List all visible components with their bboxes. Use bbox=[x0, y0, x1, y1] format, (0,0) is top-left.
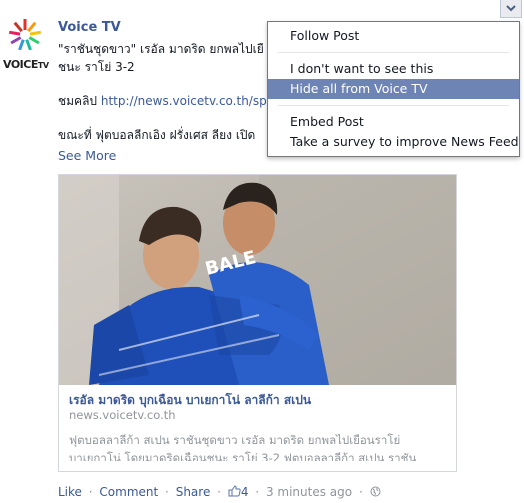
post-text-line-3: ชมคลิป http://news.voicetv.co.th/spo bbox=[58, 92, 268, 110]
separator-dot: · bbox=[165, 485, 169, 499]
voicetv-logo[interactable]: VOICETV bbox=[3, 18, 49, 72]
post-timestamp[interactable]: 3 minutes ago bbox=[266, 485, 352, 499]
post-options-button[interactable] bbox=[500, 0, 522, 18]
logo-wordmark: VOICETV bbox=[3, 58, 49, 71]
article-description-line-1: ฟุตบอลลาลีก้า สเปน ราชันชุดขาว เรอัล มาด… bbox=[69, 433, 401, 447]
link-preview-card[interactable]: BALE เรอัล มาดริด บุกเฉือน บาเยกาโน่ ลาล… bbox=[58, 174, 457, 472]
menu-item-follow-post[interactable]: Follow Post bbox=[268, 26, 519, 46]
voicetv-burst-icon bbox=[8, 19, 42, 50]
like-count[interactable]: 4 bbox=[228, 485, 252, 499]
football-players-photo: BALE bbox=[59, 175, 456, 385]
article-photo[interactable]: BALE bbox=[59, 175, 456, 385]
article-description-line-2: บาเยกาโน่ โดยมาดริดเฉือนชนะ ราโย่ 3-2 ฟุ… bbox=[69, 451, 417, 461]
menu-separator bbox=[278, 105, 509, 106]
thumbs-up-icon bbox=[228, 485, 241, 497]
menu-item-dont-want-to-see[interactable]: I don't want to see this bbox=[268, 59, 519, 79]
article-domain: news.voicetv.co.th bbox=[69, 408, 176, 422]
post-text-line-1: "ราชันชุดขาว" เรอัล มาดริด ยกพลไปเยื bbox=[58, 42, 264, 56]
post-options-menu: Follow Post I don't want to see this Hid… bbox=[267, 21, 520, 157]
post-link[interactable]: http://news.voicetv.co.th/spo bbox=[101, 94, 268, 108]
post-text-prefix: ชมคลิป bbox=[58, 94, 101, 108]
like-link[interactable]: Like bbox=[58, 485, 82, 499]
see-more-link[interactable]: See More bbox=[58, 148, 116, 163]
separator-dot: · bbox=[88, 485, 93, 499]
menu-item-take-survey[interactable]: Take a survey to improve News Feed bbox=[268, 132, 519, 152]
like-count-number: 4 bbox=[240, 485, 249, 499]
logo-text: VOICE bbox=[3, 58, 38, 71]
globe-privacy-icon[interactable] bbox=[370, 486, 381, 497]
post-author[interactable]: Voice TV bbox=[58, 20, 121, 35]
post-actions-bar: Like · Comment · Share · 4 · 3 minutes a… bbox=[58, 485, 381, 499]
post-text-line-4: ขณะที่ ฟุตบอลลีกเอิง ฝรั่งเศส ลียง เปิด bbox=[58, 128, 256, 142]
post-text-line-2: ชนะ ราโย่ 3-2 bbox=[58, 60, 135, 74]
menu-item-embed-post[interactable]: Embed Post bbox=[268, 112, 519, 132]
share-link[interactable]: Share bbox=[176, 485, 211, 499]
separator-dot: · bbox=[358, 485, 363, 499]
chevron-down-icon bbox=[506, 5, 516, 12]
logo-text-small: TV bbox=[37, 61, 49, 70]
menu-separator bbox=[278, 52, 509, 53]
separator-dot: · bbox=[217, 485, 221, 499]
article-description: ฟุตบอลลาลีก้า สเปน ราชันชุดขาว เรอัล มาด… bbox=[69, 431, 449, 461]
comment-link[interactable]: Comment bbox=[99, 485, 158, 499]
menu-item-hide-all[interactable]: Hide all from Voice TV bbox=[268, 79, 519, 99]
separator-dot: · bbox=[255, 485, 260, 499]
